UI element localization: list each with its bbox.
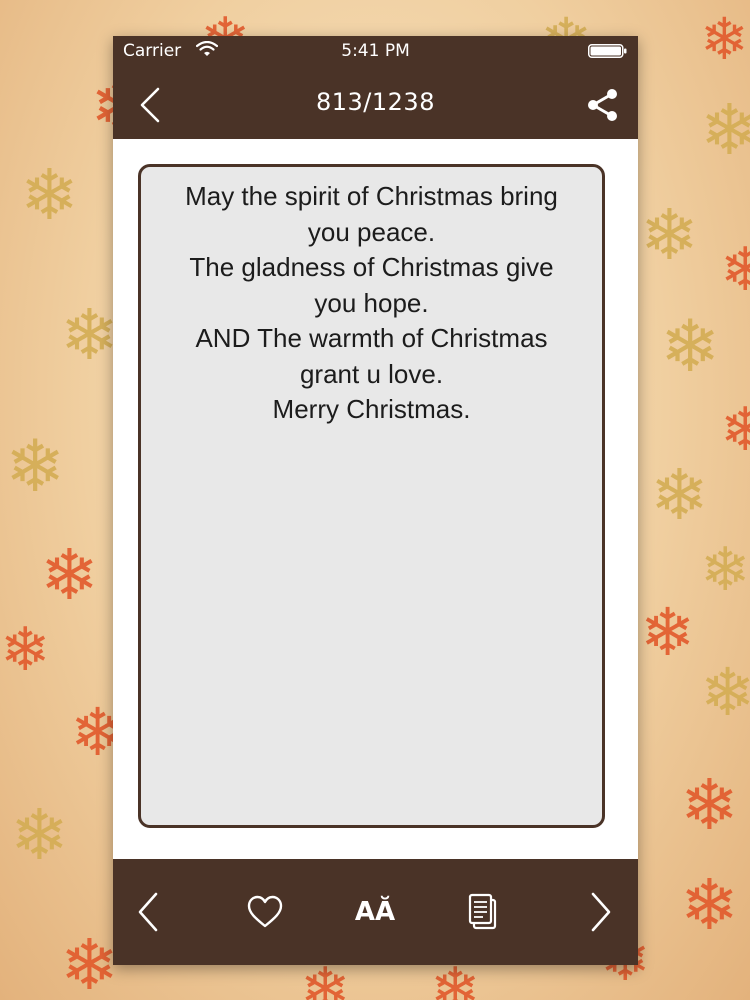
snowflake-decoration: ❄ bbox=[680, 864, 739, 946]
snowflake-decoration: ❄ bbox=[60, 294, 119, 376]
top-navigation-bar: Carrier 5:41 PM 813/1238 bbox=[113, 36, 638, 139]
message-line: AND The warmth of Christmas bbox=[195, 323, 548, 353]
next-button[interactable] bbox=[588, 889, 614, 935]
snowflake-decoration: ❄ bbox=[680, 764, 739, 846]
snowflake-decoration: ❄ bbox=[700, 89, 750, 171]
snowflake-decoration: ❄ bbox=[700, 535, 750, 605]
previous-button[interactable] bbox=[135, 889, 161, 935]
message-line: May the spirit of Christmas bring bbox=[185, 181, 558, 211]
heart-icon[interactable] bbox=[246, 889, 284, 935]
font-size-icon[interactable]: AĂ bbox=[353, 889, 397, 935]
share-icon[interactable] bbox=[584, 86, 620, 124]
message-line: The gladness of Christmas give bbox=[189, 252, 554, 282]
message-line: Merry Christmas. bbox=[272, 394, 471, 424]
clock: 5:41 PM bbox=[341, 41, 410, 61]
battery-icon bbox=[588, 44, 627, 58]
phone-screen: Carrier 5:41 PM 813/1238 May the spirit … bbox=[113, 36, 638, 965]
snowflake-decoration: ❄ bbox=[700, 5, 749, 73]
snowflake-decoration: ❄ bbox=[10, 794, 69, 876]
snowflake-decoration: ❄ bbox=[20, 154, 79, 236]
copy-icon[interactable] bbox=[466, 889, 500, 935]
snowflake-decoration: ❄ bbox=[650, 454, 709, 536]
bottom-toolbar: AĂ bbox=[113, 859, 638, 965]
snowflake-decoration: ❄ bbox=[60, 924, 119, 1000]
snowflake-decoration: ❄ bbox=[660, 304, 721, 388]
page-counter-title: 813/1238 bbox=[316, 88, 435, 116]
snowflake-decoration: ❄ bbox=[720, 235, 750, 305]
snowflake-decoration: ❄ bbox=[700, 654, 750, 731]
message-card: May the spirit of Christmas bring you pe… bbox=[138, 164, 605, 828]
snowflake-decoration: ❄ bbox=[640, 194, 699, 276]
message-line: grant u love. bbox=[299, 358, 444, 389]
snowflake-decoration: ❄ bbox=[5, 424, 66, 508]
message-line: you hope. bbox=[314, 287, 429, 318]
snowflake-decoration: ❄ bbox=[640, 594, 696, 671]
snowflake-decoration: ❄ bbox=[720, 395, 750, 465]
snowflake-decoration: ❄ bbox=[430, 955, 481, 1000]
snowflake-decoration: ❄ bbox=[0, 615, 51, 685]
snowflake-decoration: ❄ bbox=[300, 955, 351, 1000]
snowflake-decoration: ❄ bbox=[40, 534, 99, 616]
message-line: you peace. bbox=[307, 216, 436, 247]
